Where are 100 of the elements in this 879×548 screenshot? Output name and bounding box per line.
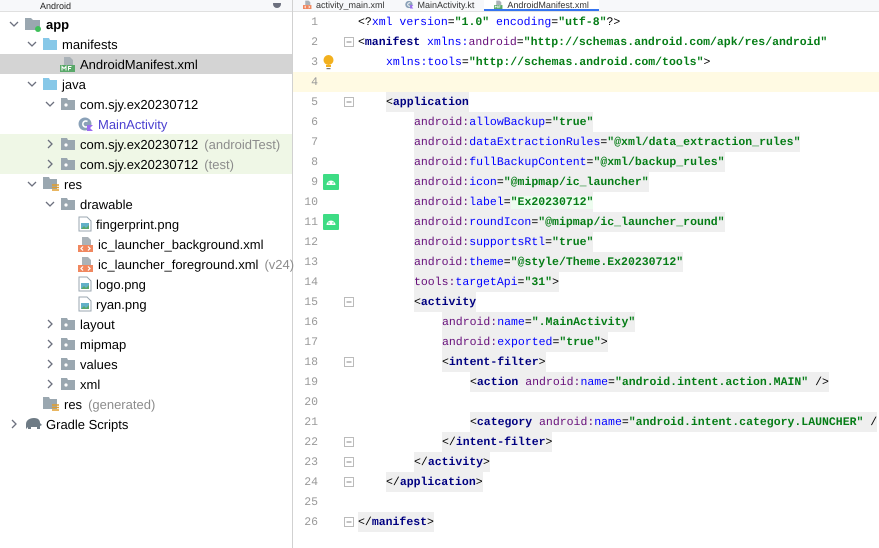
expand-chevron-icon[interactable] (45, 339, 55, 349)
line-number: 18 (303, 356, 318, 368)
line-number: 24 (303, 476, 318, 488)
tree-item[interactable]: Gradle Scripts (0, 414, 292, 434)
fold-marker-icon[interactable] (344, 297, 354, 307)
lightbulb-icon[interactable] (323, 54, 334, 70)
tree-item[interactable]: values (0, 354, 292, 374)
package-folder-icon (60, 377, 76, 391)
package-folder-icon (60, 137, 76, 151)
fold-marker-icon[interactable] (344, 477, 354, 487)
tree-item-label: MainActivity (98, 116, 168, 132)
expand-chevron-icon[interactable] (45, 139, 55, 149)
code-line: <manifest xmlns:android="http://schemas.android.com/apk/res/android" (358, 34, 828, 50)
line-number: 15 (303, 296, 318, 308)
line-number: 5 (310, 96, 318, 108)
line-number: 19 (303, 376, 318, 388)
tree-item[interactable]: mipmap (0, 334, 292, 354)
expand-chevron-icon[interactable] (45, 319, 55, 329)
collapse-chevron-icon[interactable] (9, 19, 19, 29)
tree-item[interactable]: AndroidManifest.xml (0, 54, 292, 74)
folder-icon (42, 37, 58, 51)
collapse-chevron-icon[interactable] (27, 179, 37, 189)
tree-item[interactable]: java (0, 74, 292, 94)
line-number: 4 (310, 76, 318, 88)
fold-marker-icon[interactable] (344, 517, 354, 527)
expand-chevron-icon[interactable] (45, 379, 55, 389)
fold-marker-icon[interactable] (344, 457, 354, 467)
tree-item[interactable]: fingerprint.png (0, 214, 292, 234)
tree-item-label: ryan.png (96, 296, 147, 312)
tree-item-label: xml (80, 376, 100, 392)
code-line: <?xml version="1.0" encoding="utf-8"?> (358, 14, 620, 30)
tree-item[interactable]: res (generated) (0, 394, 292, 414)
line-number: 14 (303, 276, 318, 288)
expand-chevron-icon[interactable] (45, 159, 55, 169)
tree-item[interactable]: logo.png (0, 274, 292, 294)
tree-item-hint: (test) (204, 156, 234, 172)
xml-file-icon (78, 256, 94, 272)
line-number: 10 (303, 196, 318, 208)
resource-folder-icon (42, 396, 60, 412)
package-folder-icon (60, 97, 76, 111)
tree-item-label: java (62, 76, 86, 92)
collapse-chevron-icon[interactable] (27, 79, 37, 89)
tree-item-label: AndroidManifest.xml (80, 56, 198, 72)
line-number: 6 (310, 116, 318, 128)
collapse-chevron-icon[interactable] (27, 39, 37, 49)
expand-chevron-icon[interactable] (9, 419, 19, 429)
line-number: 2 (310, 36, 318, 48)
tree-item[interactable]: app (0, 14, 292, 34)
tree-item[interactable]: ryan.png (0, 294, 292, 314)
tree-item-label: manifests (62, 36, 118, 52)
tree-item-label: logo.png (96, 276, 146, 292)
collapse-chevron-icon[interactable] (45, 199, 55, 209)
tree-item[interactable]: com.sjy.ex20230712 (androidTest) (0, 134, 292, 154)
tree-item-label: com.sjy.ex20230712 (80, 156, 198, 172)
editor-tab[interactable]: activity_main.xml (293, 0, 395, 11)
tree-item-label: com.sjy.ex20230712 (80, 96, 198, 112)
folder-icon (42, 77, 58, 91)
fold-marker-icon[interactable] (344, 437, 354, 447)
view-selector[interactable]: Android (40, 0, 72, 10)
tree-item[interactable]: drawable (0, 194, 292, 214)
fold-marker-icon[interactable] (344, 97, 354, 107)
tree-item-label: ic_launcher_background.xml (98, 236, 264, 252)
tree-item[interactable]: xml (0, 374, 292, 394)
tree-item[interactable]: layout (0, 314, 292, 334)
editor-tab[interactable]: MainActivity.kt (394, 0, 484, 11)
tree-item-hint: (generated) (88, 396, 156, 412)
tree-item-label: ic_launcher_foreground.xml (98, 256, 258, 272)
module-folder-icon (24, 16, 42, 32)
editor-tab[interactable]: AndroidManifest.xml (484, 0, 599, 11)
manifest-file-icon (60, 56, 76, 72)
tree-item-hint: (v24) (264, 256, 294, 272)
line-number: 9 (310, 176, 318, 188)
tree-item[interactable]: com.sjy.ex20230712 (0, 94, 292, 114)
line-number: 1 (310, 16, 318, 28)
line-number: 7 (310, 136, 318, 148)
package-folder-icon (60, 157, 76, 171)
manifest-file-icon (494, 0, 504, 9)
fold-marker-icon[interactable] (344, 37, 354, 47)
collapse-chevron-icon[interactable] (45, 99, 55, 109)
tree-item[interactable]: ic_launcher_background.xml (0, 234, 292, 254)
tree-item-label: mipmap (80, 336, 126, 352)
tree-item[interactable]: ic_launcher_foreground.xml (v24) (0, 254, 292, 274)
tree-item-label: Gradle Scripts (46, 416, 128, 432)
tree-item-label: values (80, 356, 118, 372)
tree-item[interactable]: com.sjy.ex20230712 (test) (0, 154, 292, 174)
image-file-icon (78, 296, 92, 312)
tree-item-label: app (46, 16, 70, 32)
package-folder-icon (60, 357, 76, 371)
fold-marker-icon[interactable] (344, 357, 354, 367)
line-number: 13 (303, 256, 318, 268)
tree-item[interactable]: res (0, 174, 292, 194)
tree-item[interactable]: manifests (0, 34, 292, 54)
line-number: 23 (303, 456, 318, 468)
expand-chevron-icon[interactable] (45, 359, 55, 369)
resource-folder-icon (42, 176, 60, 192)
tree-item-label: com.sjy.ex20230712 (80, 136, 198, 152)
tree-item-label: fingerprint.png (96, 216, 180, 232)
tree-item[interactable]: MainActivity (0, 114, 292, 134)
line-number: 17 (303, 336, 318, 348)
tree-item-label: res (64, 396, 82, 412)
